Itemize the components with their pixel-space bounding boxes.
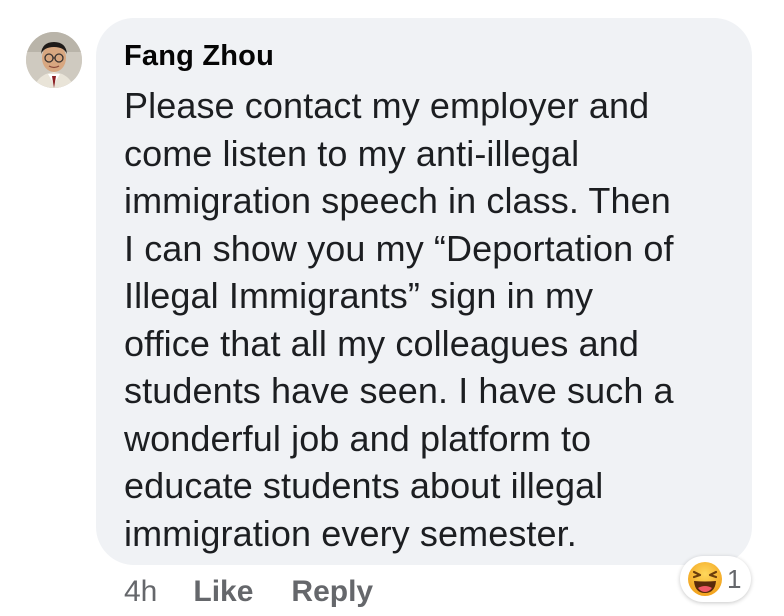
haha-emoji-icon <box>688 562 722 596</box>
comment-actions: 4h Like Reply <box>124 572 373 612</box>
comment-bubble: Fang Zhou Please contact my employer and… <box>96 18 752 565</box>
avatar[interactable] <box>26 32 82 88</box>
like-button[interactable]: Like <box>193 575 253 609</box>
timestamp[interactable]: 4h <box>124 575 157 609</box>
comment-text: Please contact my employer and come list… <box>124 85 674 554</box>
profile-photo-icon <box>26 32 82 88</box>
reaction-summary[interactable]: 1 <box>680 556 752 602</box>
author-name[interactable]: Fang Zhou <box>124 38 728 74</box>
reply-button[interactable]: Reply <box>291 575 373 609</box>
reaction-count: 1 <box>727 563 742 594</box>
comment-container: Fang Zhou Please contact my employer and… <box>0 0 784 616</box>
